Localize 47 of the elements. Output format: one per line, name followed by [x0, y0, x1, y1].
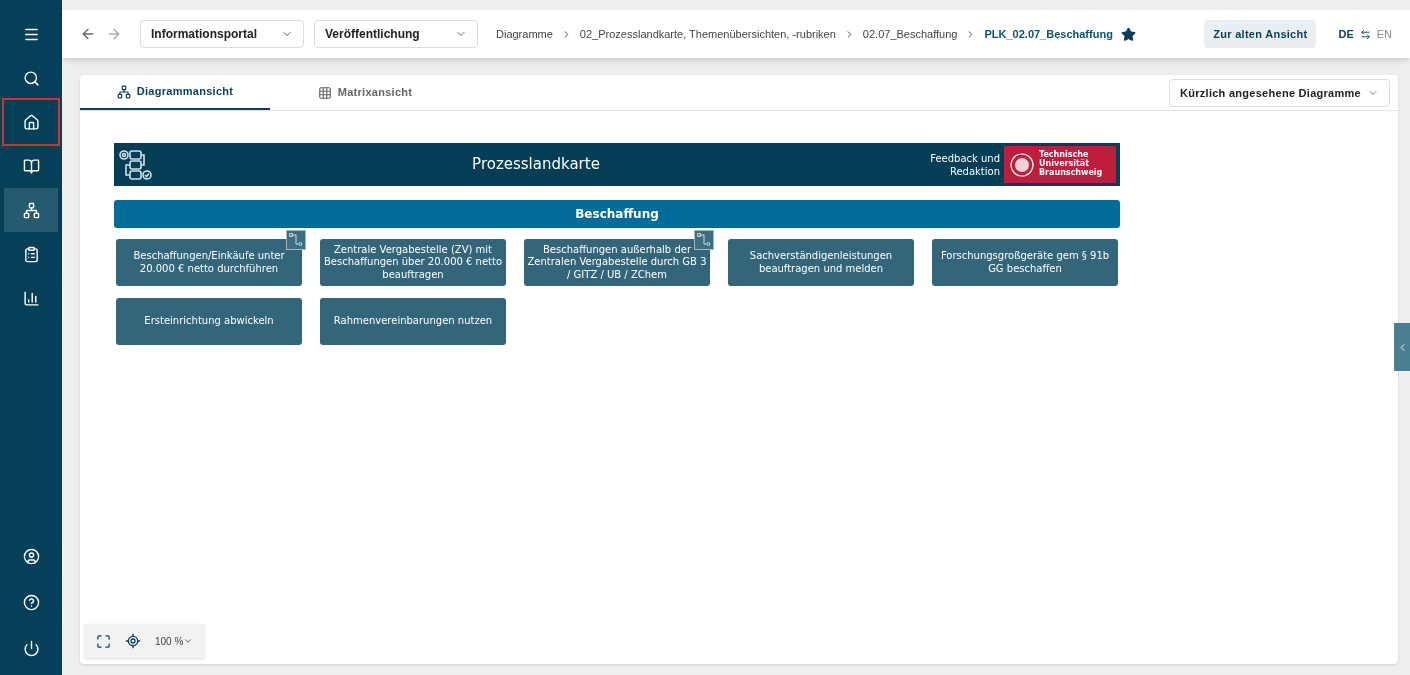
process-box[interactable]: Ersteinrichtung abwickeln — [116, 298, 302, 345]
back-icon[interactable] — [80, 26, 96, 42]
breadcrumb-link[interactable]: PLK_02.07_Beschaffung — [984, 25, 1113, 43]
process-map-icon — [118, 147, 152, 182]
breadcrumb-link[interactable]: 02.07_Beschaffung — [862, 25, 958, 43]
house-icon — [22, 113, 40, 131]
seal-icon — [1009, 151, 1035, 178]
process-box[interactable]: Sachverständigenleistungen beauftragen und melden — [728, 239, 914, 286]
fit-screen-icon[interactable] — [96, 633, 111, 649]
star-icon[interactable] — [1120, 26, 1136, 42]
zoom-dropdown[interactable]: 100 % — [155, 633, 194, 649]
swap-icon[interactable] — [1359, 28, 1371, 40]
language-option[interactable]: EN — [1376, 25, 1392, 43]
clipboard-icon — [22, 245, 40, 263]
locate-icon[interactable] — [125, 633, 141, 649]
recent-diagrams-dropdown[interactable]: Kürzlich angesehene Diagramme — [1169, 79, 1390, 107]
search-icon — [22, 69, 40, 87]
hierarchy-icon — [22, 201, 40, 219]
view-tab[interactable]: Matrixansicht — [270, 75, 460, 110]
sidebar-item[interactable] — [4, 100, 58, 144]
hierarchy-icon — [116, 84, 131, 99]
sidebar-item[interactable] — [4, 188, 58, 232]
process-box[interactable]: Rahmenvereinbarungen nutzen — [320, 298, 506, 345]
power-icon — [22, 639, 40, 657]
breadcrumb-link[interactable]: 02_Prozesslandkarte, Themenübersichten, -rubriken — [579, 25, 836, 43]
logo-text: Technische Universität Braunschweig — [1039, 151, 1104, 178]
book-icon — [22, 157, 40, 175]
caret-icon — [183, 636, 194, 646]
diagram-title: Prozesslandkarte — [471, 154, 601, 176]
process-box[interactable]: Forschungsgroßgeräte gem § 91b GG beschaffen — [932, 239, 1118, 286]
user-icon — [22, 547, 40, 565]
feedback-link[interactable]: Feedback und Redaktion — [920, 151, 1000, 178]
bar-chart-icon — [22, 289, 40, 307]
select-field[interactable]: Informationsportal — [140, 20, 304, 48]
process-box[interactable]: Beschaffungen außerhalb der Zentralen Vergabestelle durch GB 3 / GITZ / UB / ZChem — [524, 239, 710, 286]
subprocess-link-icon[interactable] — [286, 230, 306, 250]
subprocess-link-icon[interactable] — [694, 230, 714, 250]
old-view-button[interactable]: Zur alten Ansicht — [1204, 20, 1317, 48]
language-option[interactable]: DE — [1338, 25, 1354, 43]
select-field[interactable]: Veröffentlichung — [314, 20, 478, 48]
category-title: Beschaffung — [575, 206, 659, 223]
help-icon — [22, 593, 40, 611]
process-box[interactable]: Zentrale Vergabestelle (ZV) mit Beschaffungen über 20.000 € netto beauftragen — [320, 239, 506, 286]
grid-icon — [317, 85, 332, 100]
breadcrumb-link[interactable]: Diagramme — [496, 25, 553, 43]
process-box[interactable]: Beschaffungen/Einkäufe unter 20.000 € netto durchführen — [116, 239, 302, 286]
view-tab[interactable]: Diagrammansicht — [80, 75, 270, 110]
